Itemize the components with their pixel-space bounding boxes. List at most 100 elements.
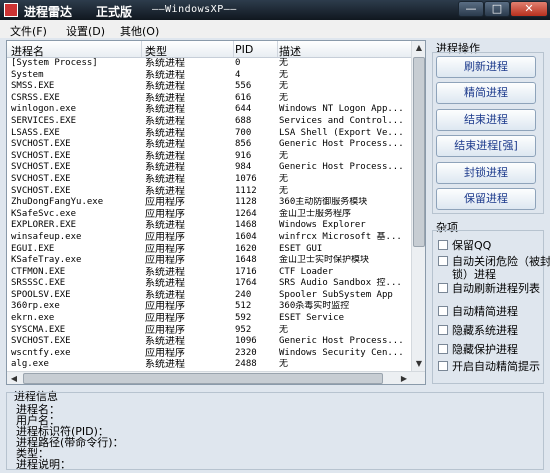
cell-type: 系统进程	[145, 150, 185, 162]
maximize-button[interactable]: □	[484, 1, 510, 17]
process-rows: [System Process] 系统进程 0 无 System 系统进程 4 无 SMSS.E…	[7, 58, 411, 384]
scroll-left-icon[interactable]: ◀	[7, 372, 21, 384]
table-row[interactable]: ZhuDongFangYu.exe 应用程序 1128 360主动防御服务模块	[7, 197, 411, 209]
cell-type: 系统进程	[145, 336, 185, 348]
table-row[interactable]: SMSS.EXE 系统进程 556 无	[7, 81, 411, 93]
cell-process-name: SERVICES.EXE	[11, 115, 77, 126]
table-row[interactable]: EGUI.EXE 应用程序 1620 ESET GUI	[7, 244, 411, 256]
table-row[interactable]: winsafeup.exe 应用程序 1604 winfrcx Microsoft 基…	[7, 232, 411, 244]
menu-settings[interactable]: 设置(D)	[66, 23, 105, 39]
table-row[interactable]: KSafeTray.exe 应用程序 1648 金山卫士实时保护模块	[7, 255, 411, 267]
table-row[interactable]: SYSCMA.EXE 应用程序 952 无	[7, 325, 411, 337]
column-header-description[interactable]: 描述	[279, 43, 301, 59]
cell-process-name: SYSCMA.EXE	[11, 324, 66, 335]
table-row[interactable]: LSASS.EXE 系统进程 700 LSA Shell (Export Ve...	[7, 128, 411, 140]
cell-description: 无	[279, 69, 289, 80]
cell-description: Generic Host Process...	[279, 139, 404, 150]
cell-pid: 2320	[235, 347, 257, 358]
checkbox[interactable]	[438, 325, 448, 335]
close-button[interactable]: ✕	[510, 1, 548, 17]
column-header-pid[interactable]: PID	[235, 43, 253, 56]
cell-process-name: LSASS.EXE	[11, 127, 60, 138]
table-row[interactable]: SVCHOST.EXE 系统进程 984 Generic Host Process..…	[7, 162, 411, 174]
menu-other[interactable]: 其他(O)	[120, 23, 159, 39]
checkbox[interactable]	[438, 361, 448, 371]
cell-process-name: SMSS.EXE	[11, 81, 55, 92]
column-header-name[interactable]: 进程名	[11, 43, 44, 59]
force-end-process-button[interactable]: 结束进程[强]	[436, 135, 536, 157]
simplify-process-button[interactable]: 精简进程	[436, 82, 536, 104]
end-process-button[interactable]: 结束进程	[436, 109, 536, 131]
table-row[interactable]: KSafeSvc.exe 应用程序 1264 金山卫士服务程序	[7, 209, 411, 221]
cell-type: 系统进程	[145, 162, 185, 174]
cell-process-name: KSafeTray.exe	[11, 255, 82, 266]
table-row[interactable]: alg.exe 系统进程 2488 无	[7, 359, 411, 371]
app-subtitle: ——WindowsXP——	[152, 4, 237, 15]
table-row[interactable]: ekrn.exe 应用程序 592 ESET Service	[7, 313, 411, 325]
table-row[interactable]: [System Process] 系统进程 0 无	[7, 58, 411, 70]
cell-pid: 2488	[235, 359, 257, 370]
cell-description: ESET GUI	[279, 243, 323, 254]
horizontal-scrollbar[interactable]: ◀ ▶	[7, 371, 425, 384]
cell-type: 系统进程	[145, 58, 185, 69]
cell-type: 系统进程	[145, 266, 185, 278]
cell-process-name: ekrn.exe	[11, 313, 55, 324]
table-row[interactable]: SVCHOST.EXE 系统进程 856 Generic Host Process..…	[7, 139, 411, 151]
cell-description: ESET Service	[279, 313, 345, 324]
cell-type: 应用程序	[145, 243, 185, 255]
table-row[interactable]: SVCHOST.EXE 系统进程 916 无	[7, 151, 411, 163]
table-row[interactable]: EXPLORER.EXE 系统进程 1468 Windows Explorer	[7, 220, 411, 232]
menu-file[interactable]: 文件(F)	[10, 23, 47, 39]
cell-pid: 1468	[235, 220, 257, 231]
horizontal-scroll-thumb[interactable]	[23, 373, 383, 384]
table-row[interactable]: winlogon.exe 系统进程 644 Windows NT Logon App.…	[7, 104, 411, 116]
cell-type: 应用程序	[145, 324, 185, 336]
cell-pid: 240	[235, 289, 252, 300]
table-row[interactable]: SERVICES.EXE 系统进程 688 Services and Control.…	[7, 116, 411, 128]
vertical-scrollbar[interactable]: ▲ ▼	[411, 41, 425, 371]
table-row[interactable]: System 系统进程 4 无	[7, 70, 411, 82]
vertical-scroll-thumb[interactable]	[413, 57, 425, 247]
checkbox[interactable]	[438, 256, 448, 266]
column-header-type[interactable]: 类型	[145, 43, 167, 59]
cell-pid: 1076	[235, 173, 257, 184]
table-row[interactable]: SVCHOST.EXE 系统进程 1112 无	[7, 186, 411, 198]
table-row[interactable]: CSRSS.EXE 系统进程 616 无	[7, 93, 411, 105]
checkbox[interactable]	[438, 344, 448, 354]
block-process-button[interactable]: 封锁进程	[436, 162, 536, 184]
cell-type: 系统进程	[145, 359, 185, 371]
cell-description: 金山卫士服务程序	[279, 208, 352, 219]
cell-process-name: 360rp.exe	[11, 301, 60, 312]
cell-pid: 556	[235, 81, 252, 92]
cell-pid: 1128	[235, 197, 257, 208]
process-list[interactable]: 进程名 类型 PID 描述 [System Process] 系统进程 0 无 Syst…	[6, 40, 426, 385]
minimize-button[interactable]: —	[458, 1, 484, 17]
cell-process-name: ZhuDongFangYu.exe	[11, 197, 104, 208]
table-row[interactable]: SVCHOST.EXE 系统进程 1076 无	[7, 174, 411, 186]
table-row[interactable]: SRSSSC.EXE 系统进程 1764 SRS Audio Sandbox 控...	[7, 278, 411, 290]
refresh-process-button[interactable]: 刷新进程	[436, 56, 536, 78]
scroll-right-icon[interactable]: ▶	[397, 372, 411, 384]
cell-process-name: SVCHOST.EXE	[11, 336, 71, 347]
checkbox[interactable]	[438, 306, 448, 316]
cell-process-name: SPOOLSV.EXE	[11, 289, 71, 300]
table-row[interactable]: SPOOLSV.EXE 系统进程 240 Spooler SubSystem App	[7, 290, 411, 302]
keep-process-button[interactable]: 保留进程	[436, 188, 536, 210]
cell-description: Generic Host Process...	[279, 162, 404, 173]
cell-type: 系统进程	[145, 92, 185, 104]
cell-type: 系统进程	[145, 278, 185, 290]
cell-description: Windows Security Cen...	[279, 347, 404, 358]
cell-pid: 1264	[235, 208, 257, 219]
cell-type: 系统进程	[145, 139, 185, 151]
cell-type: 应用程序	[145, 313, 185, 325]
table-row[interactable]: wscntfy.exe 应用程序 2320 Windows Security Cen.…	[7, 348, 411, 360]
checkbox[interactable]	[438, 283, 448, 293]
scroll-up-icon[interactable]: ▲	[412, 41, 425, 55]
table-row[interactable]: SVCHOST.EXE 系统进程 1096 Generic Host Process.…	[7, 336, 411, 348]
table-row[interactable]: 360rp.exe 应用程序 512 360杀毒实时监控	[7, 301, 411, 313]
cell-description: CTF Loader	[279, 266, 334, 277]
checkbox[interactable]	[438, 240, 448, 250]
scroll-down-icon[interactable]: ▼	[412, 357, 425, 371]
table-row[interactable]: CTFMON.EXE 系统进程 1716 CTF Loader	[7, 267, 411, 279]
title-bar: 进程雷达 正式版 ——WindowsXP—— — □ ✕	[0, 0, 550, 20]
